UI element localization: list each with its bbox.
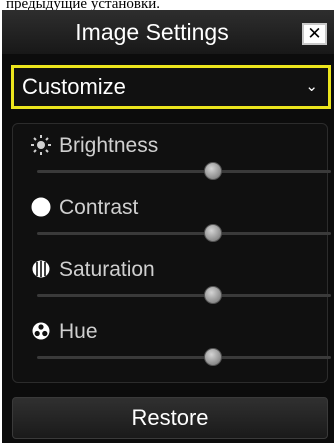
dialog-titlebar: Image Settings ✕ — [2, 10, 334, 54]
hue-label-row: Hue — [31, 318, 98, 346]
contrast-slider[interactable] — [37, 224, 331, 242]
hue-icon — [32, 322, 50, 340]
close-icon: ✕ — [307, 24, 322, 44]
hue-label: Hue — [59, 320, 98, 343]
image-settings-dialog: Image Settings ✕ Customize ⌄ Brightness … — [2, 10, 334, 443]
contrast-label-row: Contrast — [31, 194, 138, 222]
brightness-label: Brightness — [59, 134, 159, 157]
saturation-label-row: Saturation — [31, 256, 155, 284]
contrast-icon — [31, 197, 51, 217]
sun-icon — [31, 135, 51, 155]
close-button[interactable]: ✕ — [302, 23, 327, 45]
brightness-slider-thumb[interactable] — [204, 162, 223, 180]
contrast-label: Contrast — [59, 196, 139, 219]
hue-slider[interactable] — [37, 348, 331, 366]
saturation-label: Saturation — [59, 258, 155, 281]
saturation-icon — [32, 260, 50, 278]
chevron-down-icon: ⌄ — [305, 78, 318, 95]
dialog-title: Image Settings — [75, 19, 229, 45]
adjustments-panel: Brightness Contrast Saturation Hue — [12, 123, 331, 383]
saturation-slider-thumb[interactable] — [204, 286, 223, 304]
saturation-slider[interactable] — [37, 286, 331, 304]
contrast-slider-thumb[interactable] — [204, 224, 223, 242]
brightness-slider[interactable] — [37, 162, 331, 180]
brightness-label-row: Brightness — [31, 132, 158, 160]
restore-button[interactable]: Restore — [12, 397, 328, 439]
mode-selected-value: Customize — [22, 74, 126, 99]
mode-dropdown[interactable]: Customize ⌄ — [11, 65, 331, 109]
hue-slider-thumb[interactable] — [204, 348, 223, 366]
